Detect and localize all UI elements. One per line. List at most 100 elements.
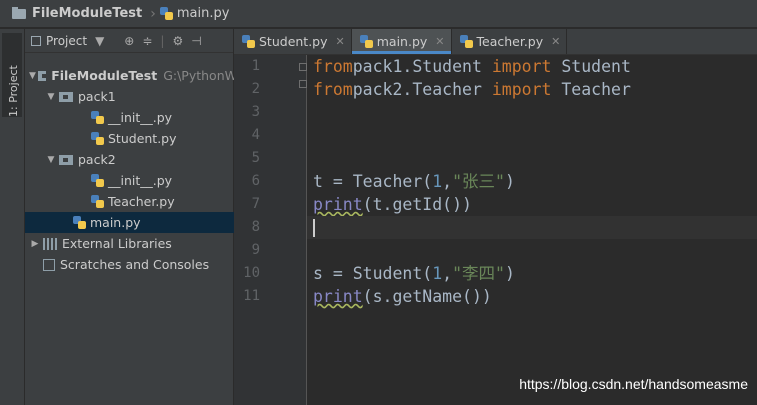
code-token: s = Student( [313,264,433,283]
tree-item[interactable]: Scratches and Consoles [25,254,237,275]
line-number: 4 [251,127,260,143]
collapse-all-icon[interactable]: ≑ [142,34,152,48]
tree-item-label: External Libraries [62,236,172,251]
tree-item[interactable]: ▼ pack1 [25,86,253,107]
breadcrumb-project[interactable]: FileModuleTest [0,6,142,21]
python-file-icon [91,132,104,145]
folder-icon [12,6,26,19]
code-line: t = Teacher(1,"张三") [313,170,515,193]
code-token: "李四" [452,264,505,283]
tree-item-label: pack2 [78,152,116,167]
code-token: import [491,80,552,99]
code-line: frompack1.Student import Student [313,55,631,78]
code-token: pack2.Teacher [352,80,492,99]
line-number: 6 [251,173,260,189]
tree-item[interactable]: ▼ pack2 [25,149,253,170]
breadcrumb-project-label: FileModuleTest [32,6,143,21]
chevron-down-icon[interactable]: ▼ [95,34,104,48]
line-number: 10 [243,265,260,281]
tree-item-label: __init__.py [108,110,173,125]
line-number-gutter: 1 2 3 4 5 6 7 8 9 10 11 [234,55,307,405]
python-file-icon [159,7,173,20]
editor-tab[interactable]: Student.py ✕ [234,29,352,54]
gear-icon[interactable]: ⚙ [172,34,183,48]
editor-tabs: Student.py ✕ main.py ✕ Teacher.py ✕ [234,29,757,55]
breadcrumb-file[interactable]: main.py [159,6,230,21]
expand-arrow-icon[interactable]: ▼ [29,71,36,81]
line-number: 2 [251,81,260,97]
code-token: 1 [432,264,443,283]
editor-tab-label: Teacher.py [476,34,544,49]
tree-item-label: Scratches and Consoles [60,257,210,272]
tree-item-label: pack1 [78,89,116,104]
code-token: 1 [432,172,443,191]
python-file-icon [73,216,86,229]
expand-arrow-icon[interactable]: ▼ [45,155,57,165]
watermark: https://blog.csdn.net/handsomeasme [519,376,748,392]
project-tool-tab[interactable]: 1: Project [2,33,22,117]
code-token: "张三" [452,172,505,191]
library-icon [43,237,57,250]
code-token: Teacher [551,80,631,99]
editor-tab-label: main.py [376,34,428,49]
code-line: print(s.getName()) [313,285,492,308]
left-tool-strip: 1: Project [0,29,25,405]
code-editor[interactable]: frompack1.Student import Student frompack… [307,55,757,405]
fold-marker-icon[interactable] [299,63,307,71]
locate-icon[interactable]: ⊕ [124,34,134,48]
close-tab-icon[interactable]: ✕ [336,35,345,48]
python-file-icon [459,35,473,48]
line-number: 8 [251,219,260,235]
code-token: print [313,287,363,306]
folder-icon [59,91,73,102]
line-number: 1 [251,58,260,74]
scratches-icon [43,258,55,271]
tree-item[interactable]: ▼ FileModuleTest G:\PythonW [25,65,237,86]
code-line: frompack2.Teacher import Teacher [313,78,631,101]
editor-tab-label: Student.py [259,34,328,49]
navigation-bar: FileModuleTest › main.py [0,0,757,28]
code-token: from [313,80,353,99]
tree-item-label: Student.py [108,131,177,146]
code-token: t = Teacher( [313,172,433,191]
code-token: ) [504,172,515,191]
project-view-selector[interactable]: Project [46,34,87,48]
folder-icon [59,154,73,165]
editor-tab[interactable]: Teacher.py ✕ [452,29,568,54]
expand-arrow-icon[interactable]: ▶ [29,239,41,249]
code-token: (t.getId()) [362,195,472,214]
folder-icon [38,70,48,81]
expand-arrow-icon[interactable]: ▼ [45,92,57,102]
breadcrumb-file-label: main.py [176,6,230,21]
code-line [307,216,757,239]
line-number: 5 [251,150,260,166]
python-file-icon [91,111,104,124]
code-token: (s.getName()) [362,287,492,306]
project-panel: Project ▼ ⊕ ≑ | ⚙ ⊣ ▼ FileModuleTest G:\Py… [25,29,269,405]
close-tab-icon[interactable]: ✕ [435,35,444,48]
line-number: 3 [251,104,260,120]
code-line: print(t.getId()) [313,193,472,216]
code-line: s = Student(1,"李四") [313,262,515,285]
code-token: ) [504,264,515,283]
line-number: 7 [251,196,260,212]
tree-item[interactable]: main.py [25,212,269,233]
project-panel-header: Project ▼ ⊕ ≑ | ⚙ ⊣ [25,29,233,53]
fold-marker-icon[interactable] [299,80,307,88]
code-token: print [313,195,363,214]
project-tool-tab-label: 1: Project [7,65,20,117]
line-number: 11 [243,288,260,304]
project-view-icon [31,35,41,46]
python-file-icon [242,35,255,48]
code-token: pack1.Student [352,57,492,76]
tree-item[interactable]: ▶ External Libraries [25,233,237,254]
hide-panel-icon[interactable]: ⊣ [191,34,201,48]
close-tab-icon[interactable]: ✕ [551,35,560,48]
code-token: , [442,264,453,283]
tree-item-label: main.py [90,215,141,230]
tree-item-label: FileModuleTest [51,68,158,83]
text-caret [313,219,315,237]
python-file-icon [91,174,104,187]
tree-item-label: Teacher.py [108,194,175,209]
editor-tab[interactable]: main.py ✕ [351,29,452,54]
